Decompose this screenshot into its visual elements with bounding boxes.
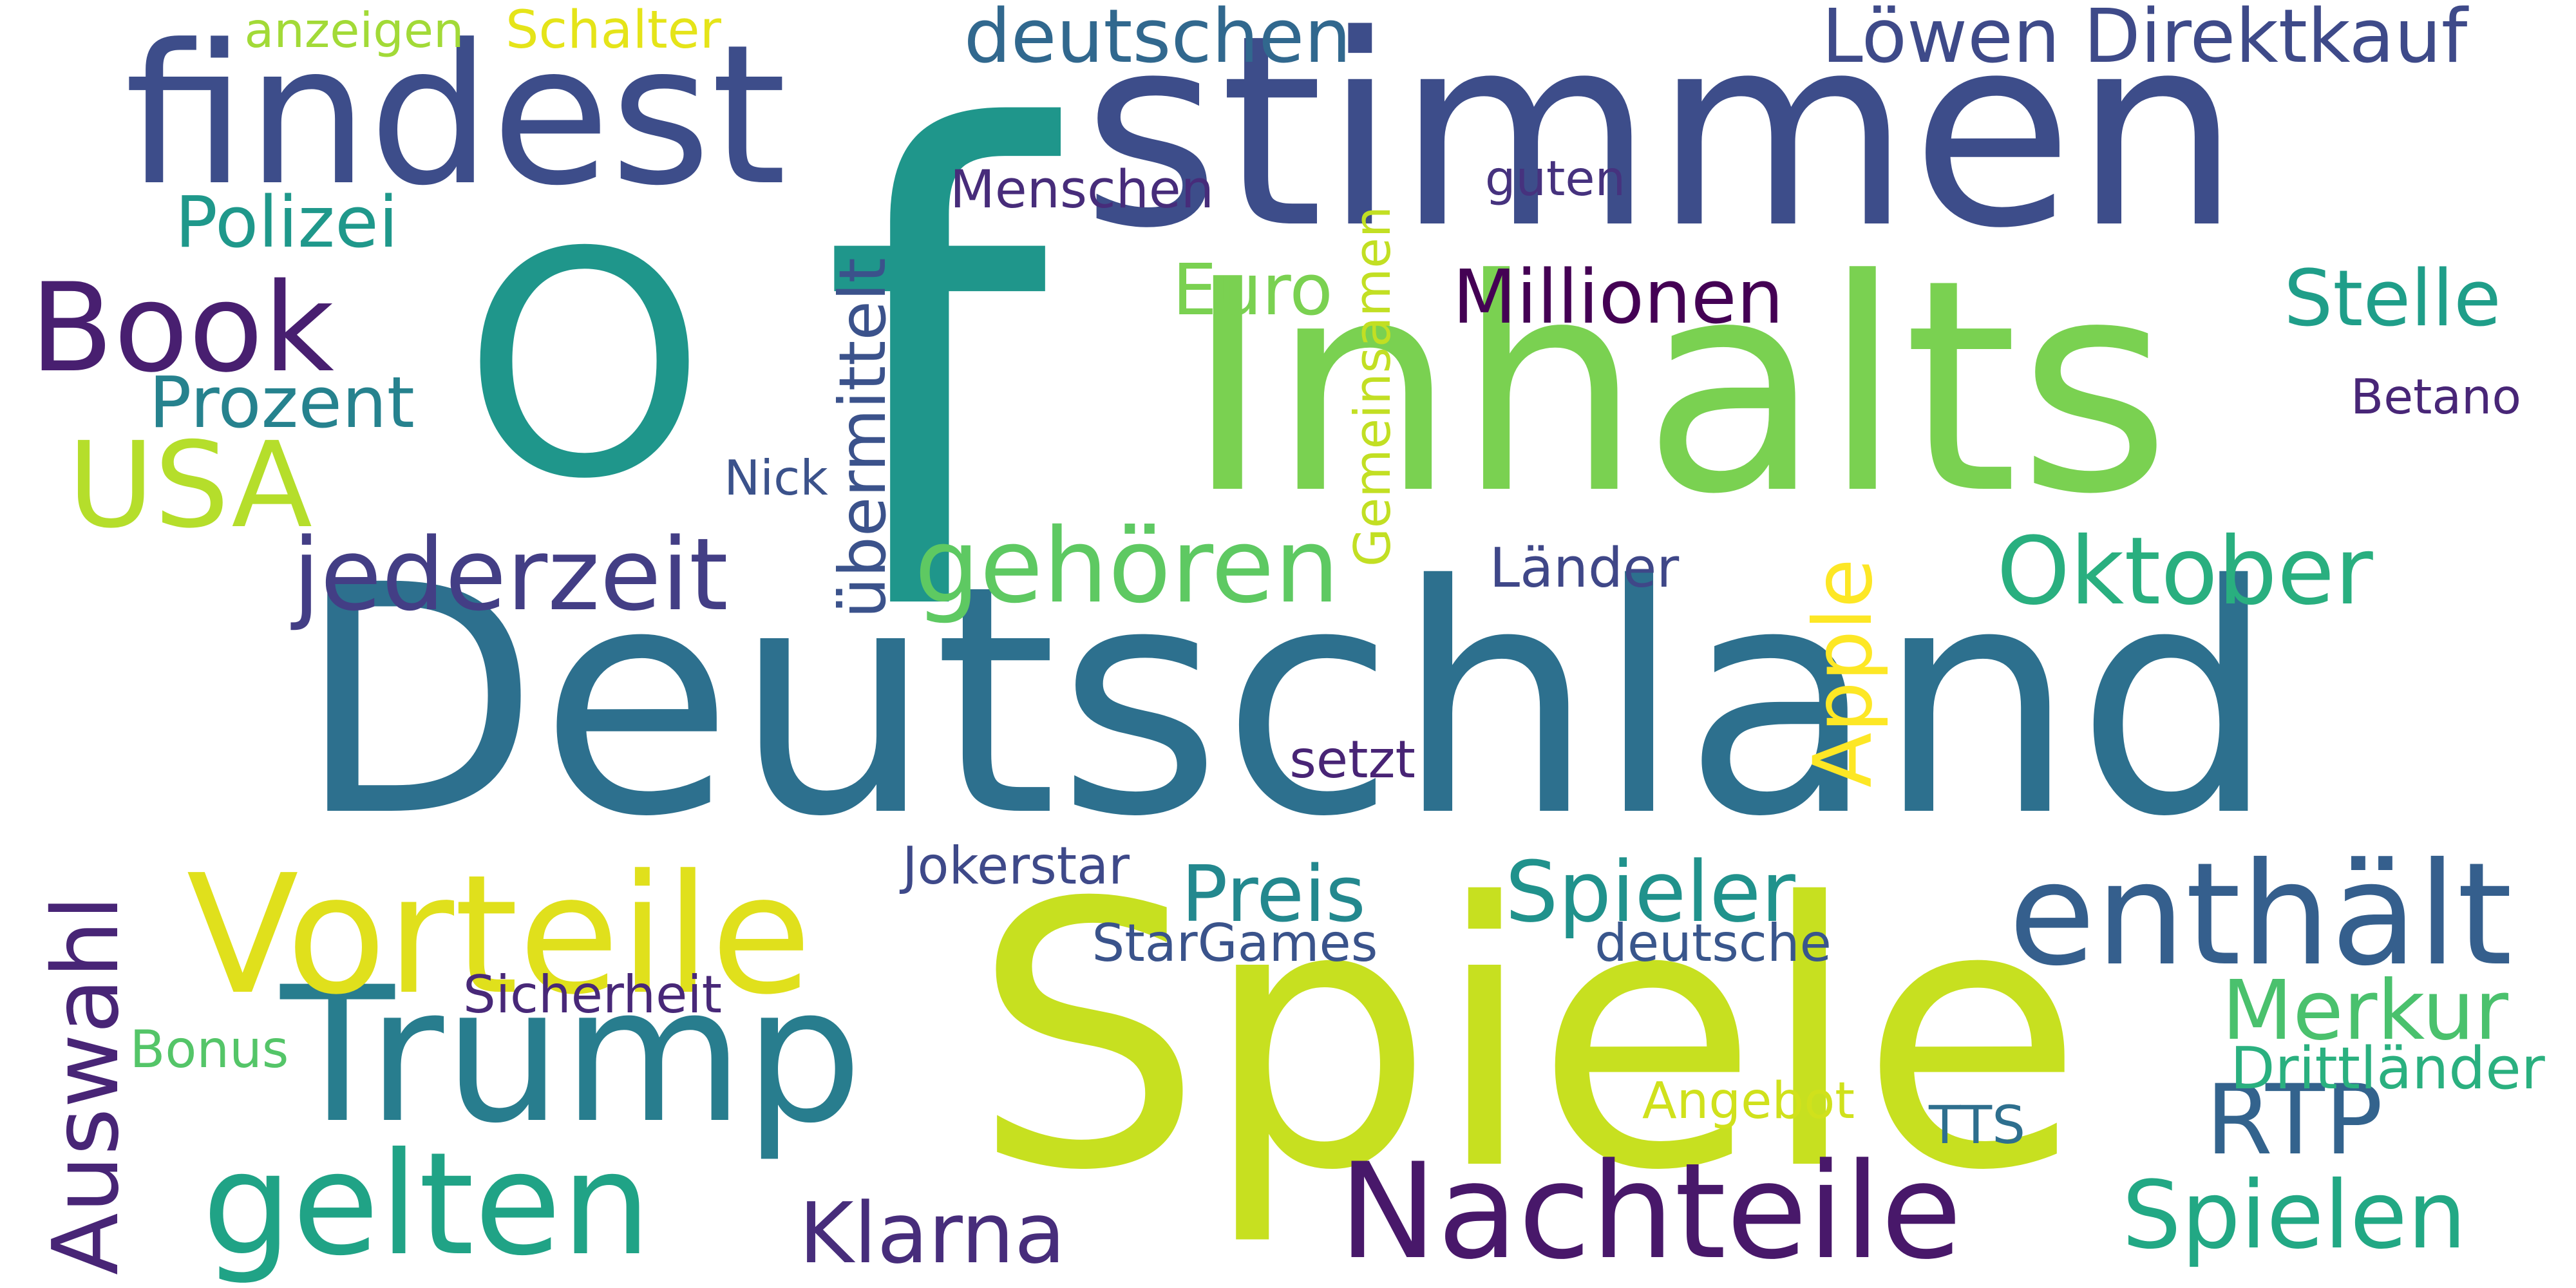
word-gemeinsamen: Gemeinsamen (1343, 206, 1402, 567)
word-bonus: Bonus (129, 1019, 289, 1079)
word-oktober: Oktober (1996, 517, 2373, 626)
word-menschen: Menschen (950, 159, 1214, 220)
word-auswahl: Auswahl (33, 895, 140, 1275)
word-nick: Nick (724, 450, 828, 506)
word-setzt: setzt (1289, 730, 1416, 790)
word-tts: TTS (1929, 1094, 2025, 1156)
word-betano: Betano (2351, 369, 2521, 426)
word-deutsche: deutsche (1595, 913, 1832, 973)
word-jokerstar: Jokerstar (902, 836, 1130, 896)
word-millionen: Millionen (1452, 254, 1784, 341)
word-euro: Euro (1172, 249, 1333, 331)
word-drittlaender: Drittländer (2230, 1035, 2545, 1103)
word-nachteile: Nachteile (1338, 1135, 1962, 1288)
word-laender: Länder (1489, 536, 1680, 600)
word-loewen-direktkauf: Löwen Direktkauf (1821, 0, 2468, 80)
word-polizei: Polizei (175, 181, 399, 263)
word-guten: guten (1484, 150, 1626, 207)
word-angebot: Angebot (1642, 1071, 1855, 1130)
word-stelle: Stelle (2284, 254, 2501, 344)
word-usa: USA (68, 417, 312, 555)
word-anzeigen: anzeigen (244, 2, 464, 59)
word-schalter: Schalter (506, 0, 721, 61)
word-jederzeit: jederzeit (292, 516, 728, 633)
word-o: O (462, 187, 706, 547)
word-apple: Apple (1797, 558, 1890, 788)
word-gehoeren: gehören (914, 506, 1340, 627)
word-uebermittelt: übermittelt (825, 258, 900, 618)
word-prozent: Prozent (149, 361, 415, 444)
word-stargames: StarGames (1092, 913, 1378, 973)
word-spielen: Spielen (2122, 1161, 2467, 1270)
word-sicherheit: Sicherheit (463, 965, 722, 1025)
word-gelten: gelten (202, 1122, 652, 1287)
word-deutschen: deutschen (963, 0, 1352, 80)
word-cloud: Deutschland Spiele Inhalts stimmen f Ofindest… (0, 0, 2576, 1288)
word-klarna: Klarna (799, 1184, 1066, 1282)
